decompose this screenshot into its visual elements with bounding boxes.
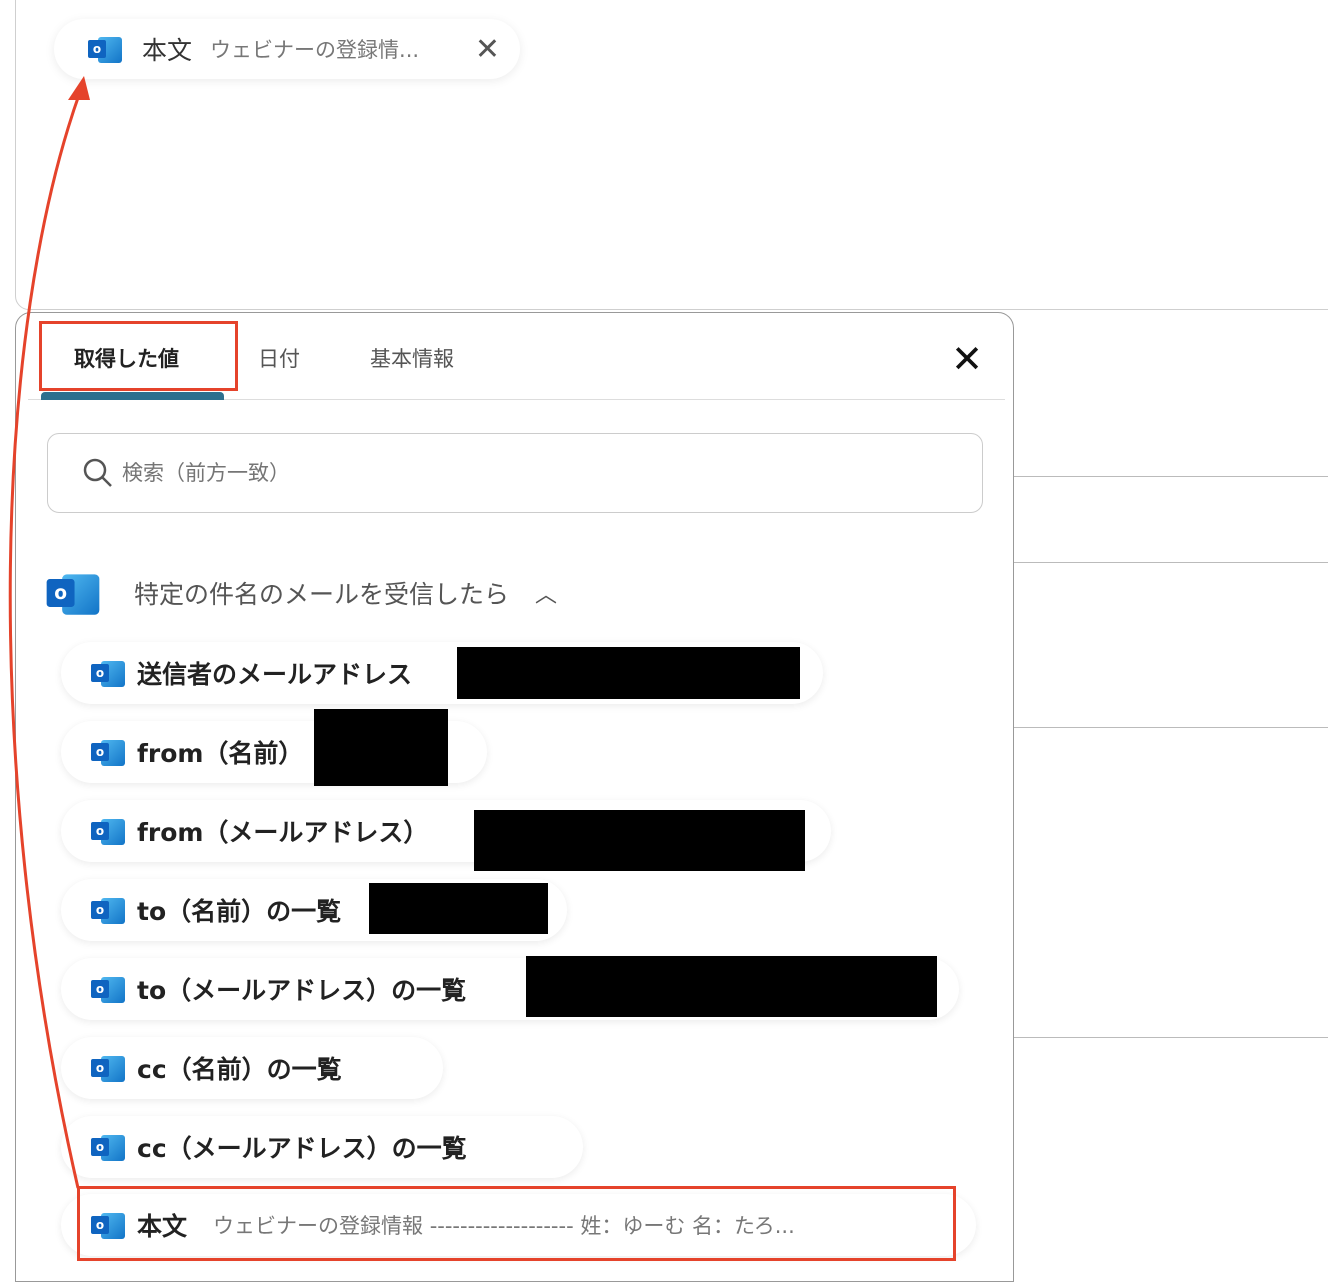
annotation-arrow	[8, 76, 90, 1189]
